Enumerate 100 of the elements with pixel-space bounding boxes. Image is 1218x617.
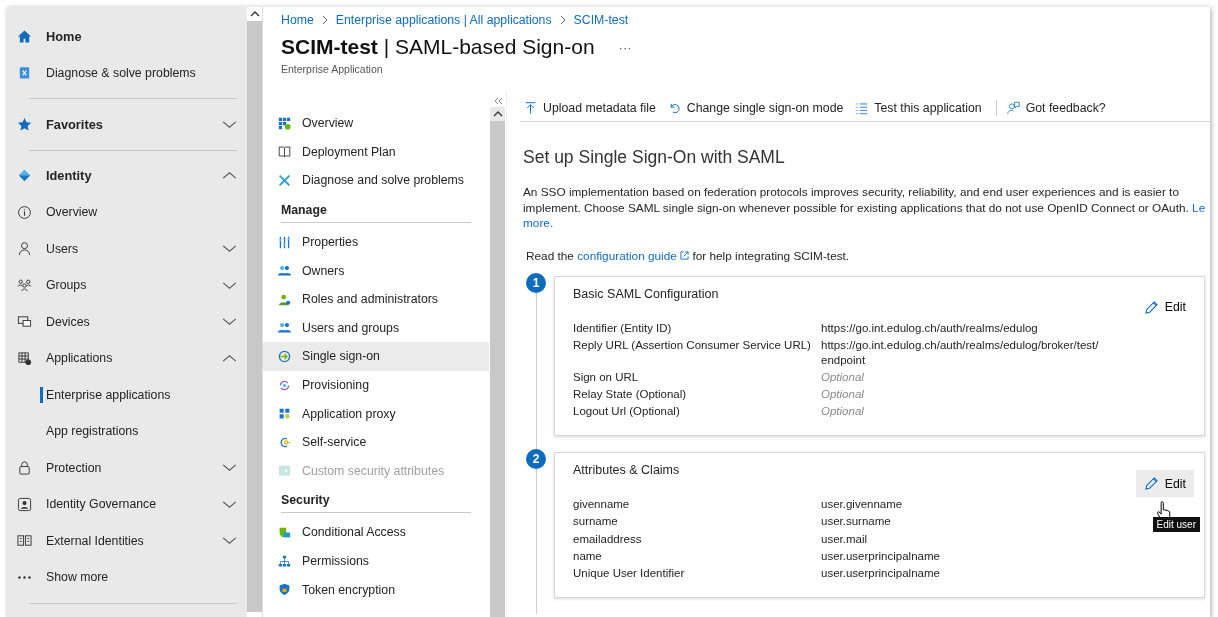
menu-item[interactable]: Application proxy [263, 399, 489, 428]
field-value: user.mail [821, 531, 869, 547]
hierarchy-icon [278, 554, 291, 568]
lock-icon [17, 460, 32, 476]
menu-item[interactable]: Properties [263, 227, 489, 257]
field-label: name [573, 548, 603, 564]
field-value: https://go.int.edulog.ch/auth/realms/edulog [821, 320, 1039, 336]
nav-item[interactable]: Applications [17, 340, 247, 377]
columns-icon [17, 533, 32, 549]
key-icon [278, 435, 291, 449]
field-label: Reply URL (Assertion Consumer Service URL) [573, 337, 812, 353]
nav-item[interactable]: Show more [17, 559, 247, 596]
section-title: Set up Single Sign-On with SAML [523, 147, 786, 168]
field-label: Identifier (Entity ID) [573, 320, 673, 336]
menu-item[interactable]: Roles and administrators [263, 284, 489, 314]
breadcrumb-link[interactable]: Enterprise applications | All applications [335, 13, 552, 27]
step-number: 2 [526, 449, 546, 470]
nav-item[interactable]: Diagnose & solve problems [17, 54, 247, 91]
page-subtitle: Enterprise Application [281, 63, 384, 75]
toolbar-button[interactable]: Change single sign-on mode [663, 101, 850, 115]
person-icon [17, 241, 32, 257]
chevron-right-icon [559, 15, 566, 25]
nav-item[interactable]: Overview [17, 194, 247, 231]
field-value: Optional [821, 404, 865, 420]
feedback-icon [1006, 101, 1020, 115]
person-icon [278, 292, 291, 306]
menu-item[interactable]: Self-service [263, 427, 489, 457]
nav-item[interactable]: Groups [17, 267, 247, 304]
devices-icon [17, 314, 32, 330]
toolbar-button[interactable]: Got feedback? [1002, 101, 1112, 115]
menu-item[interactable]: Single sign-on [263, 342, 489, 371]
field-label: surname [573, 514, 619, 530]
toolbar-button[interactable]: Upload metadata file [520, 101, 662, 115]
field-label: Sign on URL [573, 369, 640, 385]
sign-in-icon [278, 349, 291, 363]
menu-item[interactable]: Conditional Access [263, 518, 489, 547]
learn-more-link[interactable]: more. [523, 216, 554, 230]
field-label: givenname [573, 497, 631, 513]
scrollbar[interactable] [247, 7, 262, 617]
nav-item[interactable]: Identity [17, 157, 247, 194]
home-icon [17, 28, 32, 44]
intro-paragraph: An SSO implementation based on federation protocols improves security, reliability, and end user experiences and is easier to implement. Choose SAML single sign-on whenever possible for existing applications that do not use OpenID Connect or OAuth. Le more. [523, 185, 1207, 232]
more-icon [17, 575, 32, 579]
field-label: emailaddress [573, 531, 643, 547]
menu-item[interactable]: Provisioning [263, 370, 489, 400]
nav-item[interactable]: Protection [17, 449, 247, 486]
edit-button[interactable]: Edit [1135, 470, 1194, 498]
step-number: 1 [526, 272, 546, 293]
chevron-down-icon [222, 463, 237, 473]
chevron-up-icon [222, 171, 237, 181]
star-icon [17, 116, 32, 132]
field-value: Optional [821, 387, 865, 403]
field-value: user.givenname [821, 497, 904, 513]
nav-item[interactable]: Favorites [17, 106, 247, 143]
more-button[interactable]: ··· [614, 39, 636, 55]
menu-item[interactable]: Owners [263, 256, 489, 285]
sliders-icon [278, 235, 291, 249]
menu-item[interactable]: Overview [263, 109, 489, 138]
badge-icon [17, 496, 32, 512]
breadcrumb-link[interactable]: Home [281, 13, 314, 27]
field-value: https://go.int.edulog.ch/auth/realms/edulog/broker/test/ endpoint [821, 337, 1100, 368]
menu-item[interactable]: Diagnose and solve problems [263, 166, 489, 195]
configuration-guide-link[interactable]: configuration guide [577, 248, 690, 263]
chevron-down-icon [222, 244, 237, 254]
book-icon [278, 145, 291, 159]
people-icon [17, 277, 32, 293]
nav-item[interactable]: Identity Governance [17, 486, 247, 523]
card-title: Attributes & Claims [573, 463, 680, 480]
nav-item[interactable]: External Identities [17, 522, 247, 559]
menu-item[interactable]: Users and groups [263, 313, 489, 343]
card-icon [278, 464, 291, 478]
nav-subitem[interactable]: Enterprise applications [17, 376, 247, 413]
field-value: user.userprincipalname [821, 566, 941, 581]
nav-item[interactable]: Devices [17, 303, 247, 340]
nav-subitem[interactable]: App registrations [17, 413, 247, 450]
guide-text: Read the configuration guide for help integrating SCIM-test. [526, 248, 851, 263]
breadcrumb-link[interactable]: SCIM-test [573, 13, 629, 27]
section-heading: Security [281, 488, 471, 514]
collapse-icon[interactable] [492, 97, 503, 105]
shield-icon [278, 525, 291, 539]
menu-item[interactable]: Permissions [263, 546, 489, 576]
learn-more-link[interactable]: Le [1192, 200, 1206, 215]
list-icon [855, 101, 869, 115]
nav-item[interactable]: Home [17, 18, 247, 55]
menu-item[interactable]: Deployment Plan [263, 137, 489, 167]
tooltip: Edit user [1152, 517, 1200, 533]
chevron-down-icon [222, 280, 237, 290]
grid-icon [278, 116, 291, 130]
toolbar-button[interactable]: Test this application [851, 101, 988, 115]
section-heading: Manage [281, 197, 471, 223]
grid-icon [17, 350, 32, 366]
nav-item[interactable]: Users [17, 230, 247, 267]
pencil-icon [1143, 299, 1159, 315]
edit-button[interactable]: Edit [1135, 293, 1194, 321]
clipboard-icon [17, 65, 32, 81]
field-label: Logout Url (Optional) [573, 404, 681, 420]
field-value: Optional [821, 369, 865, 385]
field-label: Unique User Identifier [573, 566, 686, 581]
menu-item[interactable]: Token encryption [263, 575, 489, 604]
scroll-up-icon[interactable] [490, 107, 505, 121]
